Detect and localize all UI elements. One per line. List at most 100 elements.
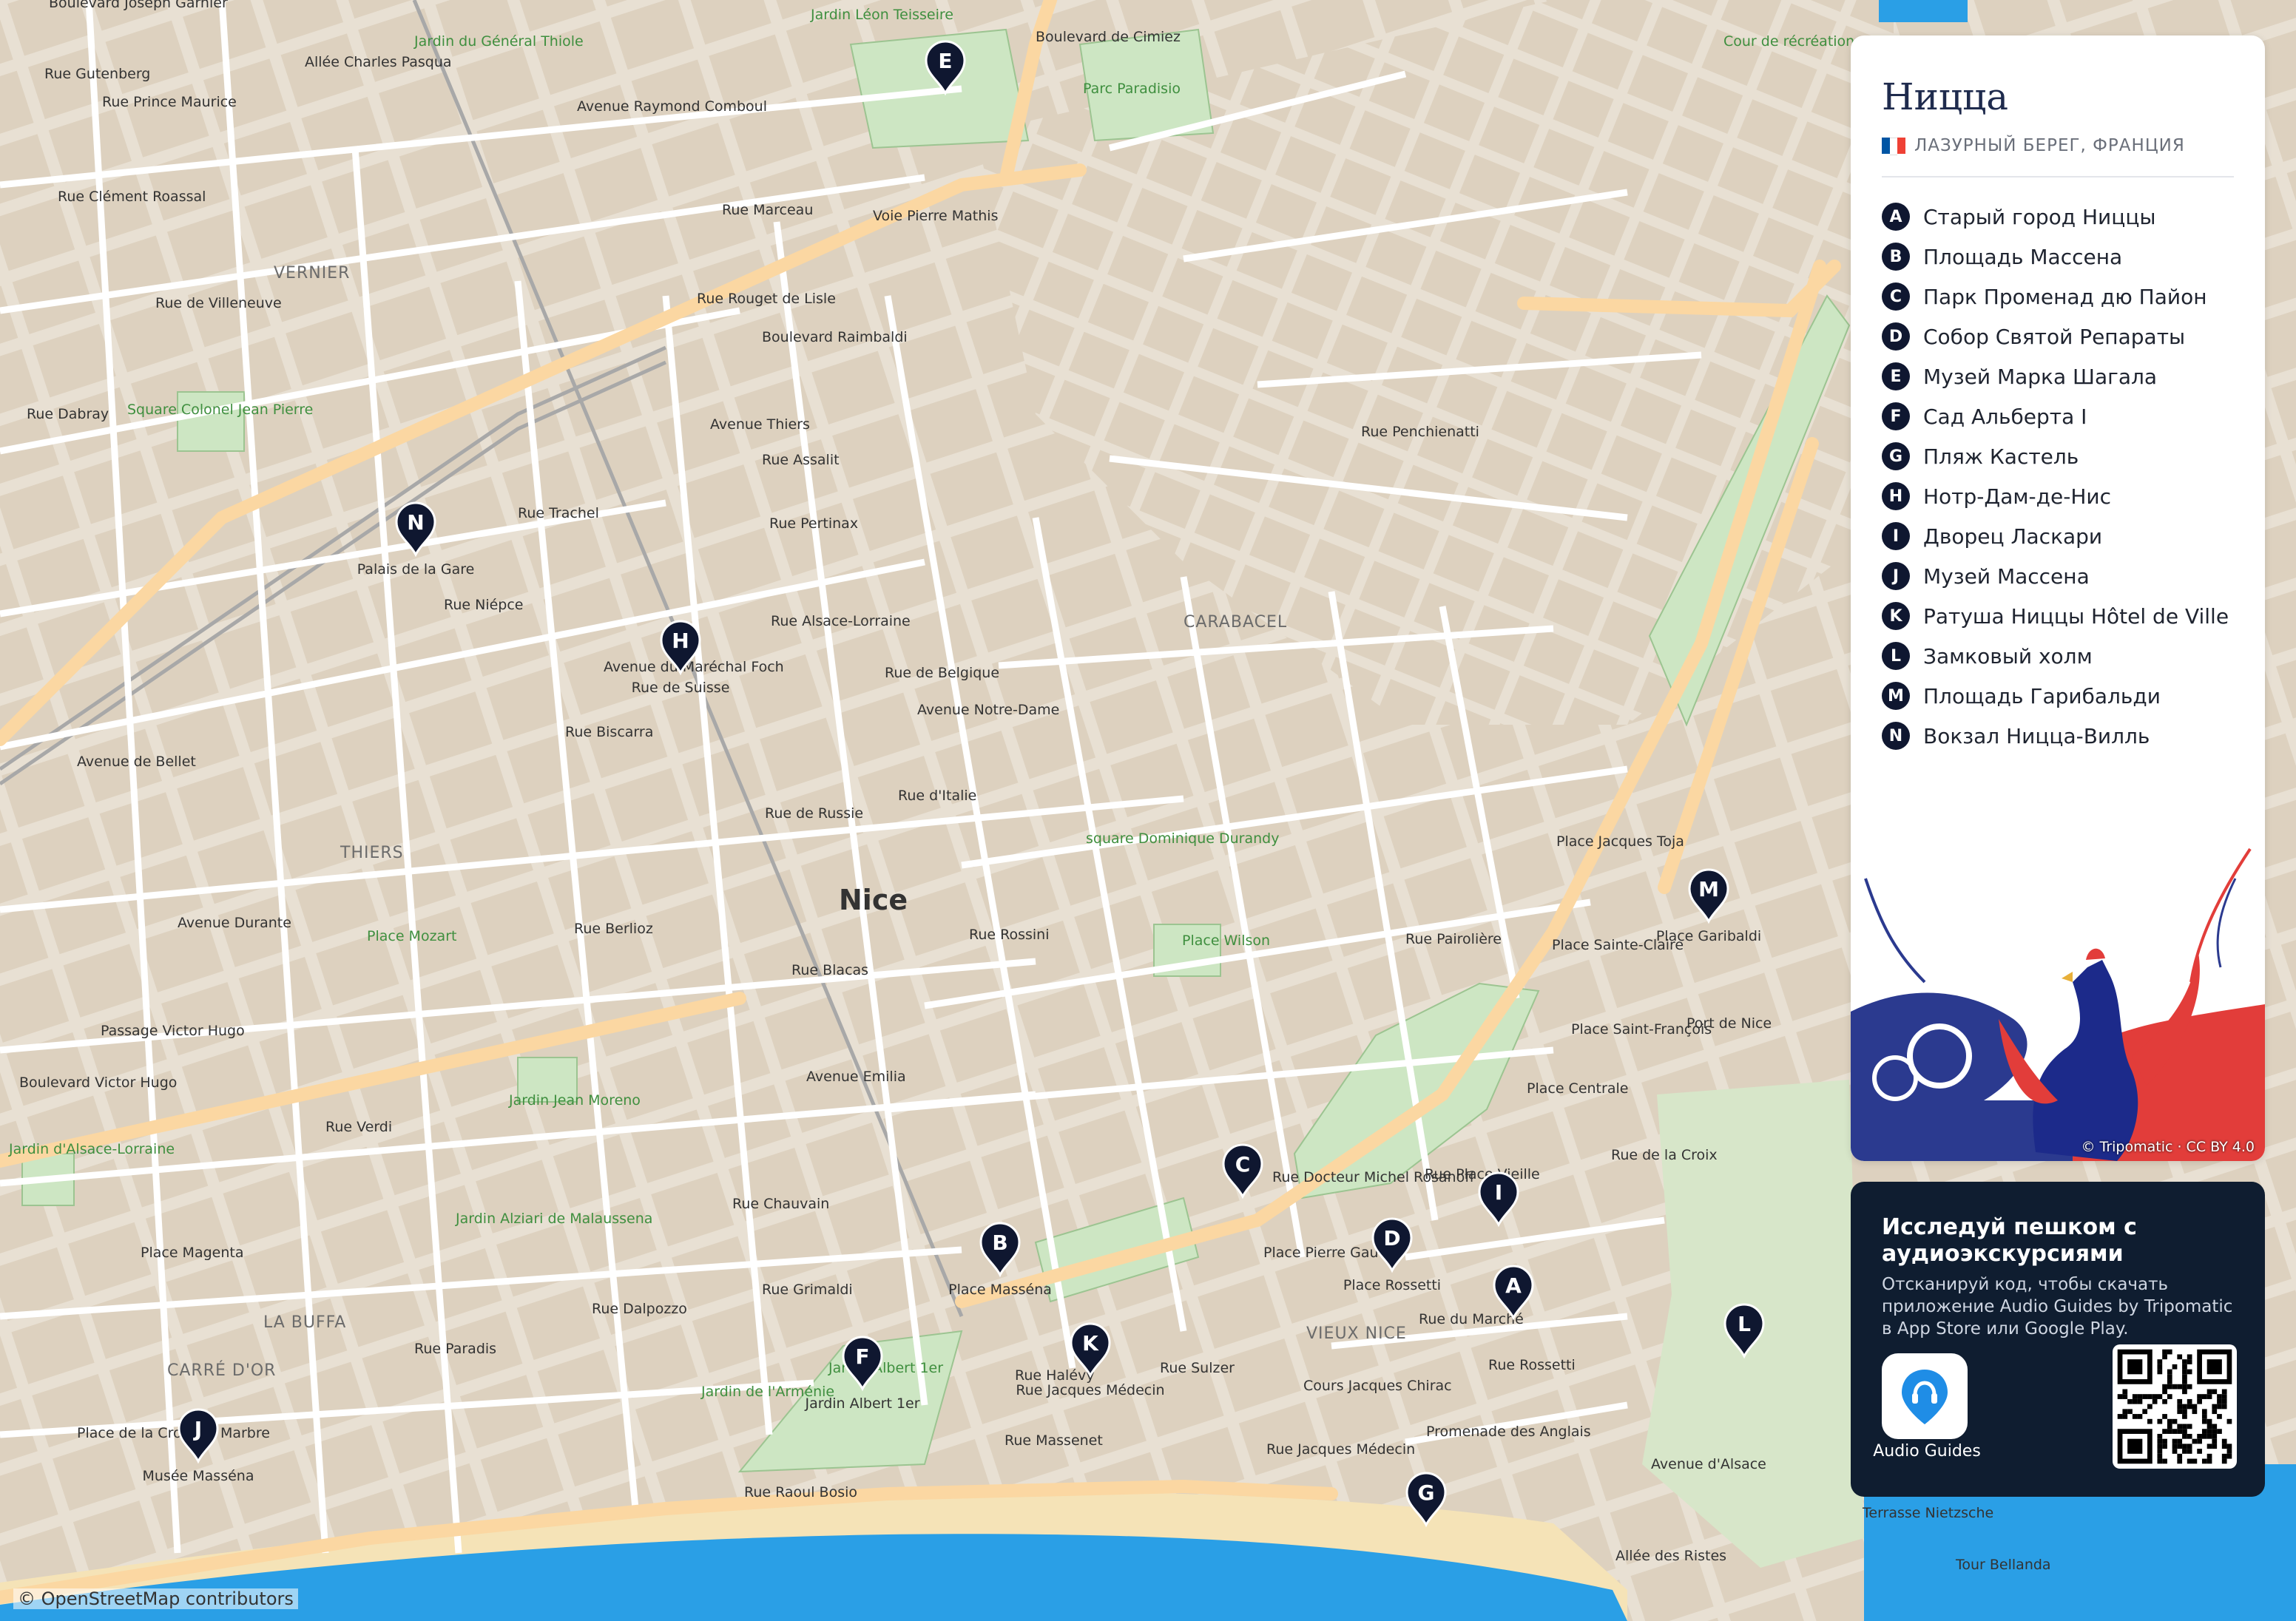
qr-module — [2221, 1389, 2227, 1395]
legend-item-h[interactable]: H Нотр-Дам-де-Нис — [1882, 476, 2229, 516]
qr-module — [2167, 1424, 2172, 1429]
qr-module — [2162, 1414, 2167, 1419]
street-label: Terrasse Nietzsche — [1862, 1505, 1993, 1521]
legend-letter-badge: K — [1882, 602, 1910, 630]
qr-module — [2157, 1418, 2163, 1424]
qr-module — [2182, 1444, 2187, 1449]
qr-module — [2182, 1429, 2187, 1434]
legend-item-label: Музей Марка Шагала — [1923, 364, 2158, 389]
street-label: Rue Biscarra — [565, 724, 653, 740]
qr-module — [2206, 1458, 2212, 1464]
qr-module — [2217, 1429, 2222, 1434]
audio-guides-app-icon[interactable] — [1882, 1353, 1968, 1439]
park-label: Place Mozart — [367, 928, 456, 944]
legend-item-c[interactable]: C Парк Променад дю Пайон — [1882, 277, 2229, 317]
street-label: Rue Chauvain — [732, 1196, 829, 1212]
qr-module — [2187, 1444, 2192, 1449]
legend-letter-badge: J — [1882, 562, 1910, 590]
legend-letter-badge: B — [1882, 243, 1910, 271]
map-attribution: © OpenStreetMap contributors — [13, 1588, 298, 1609]
qr-module — [2147, 1394, 2152, 1399]
qr-module — [2117, 1414, 2123, 1419]
street-label: Rue Pertinax — [769, 515, 858, 532]
street-label: Avenue Durante — [178, 915, 291, 931]
qr-module — [2167, 1394, 2172, 1399]
legend-item-l[interactable]: L Замковый холм — [1882, 636, 2229, 676]
legend-item-b[interactable]: B Площадь Массена — [1882, 237, 2229, 277]
qr-module — [2217, 1394, 2222, 1399]
park-label: Jardin d'Alsace-Lorraine — [8, 1141, 175, 1157]
promo-title: Исследуй пешком с аудиоэкскурсиями — [1882, 1214, 2137, 1267]
legend-item-j[interactable]: J Музей Массена — [1882, 556, 2229, 596]
legend-item-e[interactable]: E Музей Марка Шагала — [1882, 356, 2229, 396]
street-label: Avenue Raymond Comboul — [577, 98, 767, 115]
street-label: Place Magenta — [141, 1245, 243, 1261]
qr-module — [2177, 1453, 2183, 1459]
street-label: Boulevard Raimbaldi — [762, 329, 908, 345]
qr-module — [2221, 1453, 2227, 1459]
legend-letter-badge: L — [1882, 642, 1910, 670]
street-label: Rue d'Italie — [898, 788, 976, 804]
legend-item-f[interactable]: F Сад Альберта I — [1882, 396, 2229, 436]
legend-letter-badge: H — [1882, 482, 1910, 510]
qr-module — [2182, 1359, 2187, 1364]
qr-module — [2187, 1458, 2192, 1464]
qr-module — [2192, 1404, 2198, 1410]
street-label: Cours Jacques Chirac — [1303, 1378, 1452, 1394]
legend-item-n[interactable]: N Вокзал Ницца-Вилль — [1882, 716, 2229, 756]
qr-module — [2157, 1394, 2163, 1399]
legend-item-a[interactable]: A Старый город Ниццы — [1882, 197, 2229, 237]
qr-module — [2221, 1394, 2227, 1399]
qr-module — [2162, 1429, 2167, 1434]
legend-item-g[interactable]: G Пляж Кастель — [1882, 436, 2229, 476]
qr-module — [2212, 1444, 2218, 1449]
legend-subtitle-row: ЛАЗУРНЫЙ БЕРЕГ, ФРАНЦИЯ — [1882, 136, 2185, 155]
street-label: Rue Marceau — [722, 202, 813, 218]
park-label: Jardin Alziari de Malaussena — [455, 1211, 652, 1227]
street-label: Rue Assalit — [762, 452, 840, 468]
qr-module — [2117, 1394, 2123, 1399]
street-label: Place Centrale — [1527, 1080, 1628, 1097]
legend-item-k[interactable]: K Ратуша Ниццы Hôtel de Ville — [1882, 596, 2229, 636]
legend-letter-badge: A — [1882, 203, 1910, 231]
street-label: Rue Grimaldi — [762, 1282, 853, 1298]
map-pin-letter: B — [992, 1231, 1007, 1255]
map-pin-letter: H — [672, 629, 689, 653]
qr-module — [2172, 1364, 2178, 1370]
legend-list: A Старый город Ниццы B Площадь Массена C Парк… — [1882, 197, 2229, 756]
qr-module — [2217, 1398, 2222, 1404]
qr-module — [2187, 1384, 2192, 1390]
qr-module — [2137, 1414, 2143, 1419]
qr-module — [2167, 1369, 2172, 1375]
street-label: Rue Clément Roassal — [58, 189, 206, 205]
street-label: Rue Prince Maurice — [102, 94, 237, 110]
qr-module — [2127, 1398, 2133, 1404]
qr-module — [2177, 1429, 2183, 1434]
qr-module — [2221, 1458, 2227, 1464]
street-label: Rue Dabray — [27, 406, 109, 422]
qr-module — [2226, 1444, 2232, 1449]
qr-module — [2206, 1424, 2212, 1429]
qr-module — [2172, 1429, 2178, 1434]
legend-item-m[interactable]: M Площадь Гарибальди — [1882, 676, 2229, 716]
legend-item-d[interactable]: D Собор Святой Репараты — [1882, 317, 2229, 356]
qr-module — [2201, 1429, 2207, 1434]
street-label: Rue Jacques Médecin — [1266, 1441, 1415, 1458]
qr-module — [2182, 1414, 2187, 1419]
legend-item-i[interactable]: I Дворец Ласкари — [1882, 516, 2229, 556]
street-label: Rue Rossetti — [1488, 1357, 1576, 1373]
qr-module — [2167, 1429, 2172, 1434]
park-label: Square Colonel Jean Pierre — [127, 402, 313, 418]
street-label: Promenade des Anglais — [1426, 1424, 1591, 1440]
qr-module — [2197, 1438, 2202, 1444]
qr-module — [2212, 1438, 2218, 1444]
qr-code-icon[interactable] — [2113, 1344, 2237, 1469]
legend-panel: Ницца ЛАЗУРНЫЙ БЕРЕГ, ФРАНЦИЯ A Старый го… — [1851, 35, 2265, 1161]
legend-credit: © Tripomatic · CC BY 4.0 — [2081, 1139, 2255, 1155]
legend-item-label: Дворец Ласкари — [1923, 524, 2103, 549]
legend-letter-badge: F — [1882, 402, 1910, 430]
map-pin-place-label: Place Rossetti — [1343, 1277, 1441, 1293]
street-label: Rue Blacas — [791, 962, 868, 978]
map-pin-place-label: Place Masséna — [948, 1282, 1052, 1298]
legend-item-label: Старый город Ниццы — [1923, 204, 2156, 229]
